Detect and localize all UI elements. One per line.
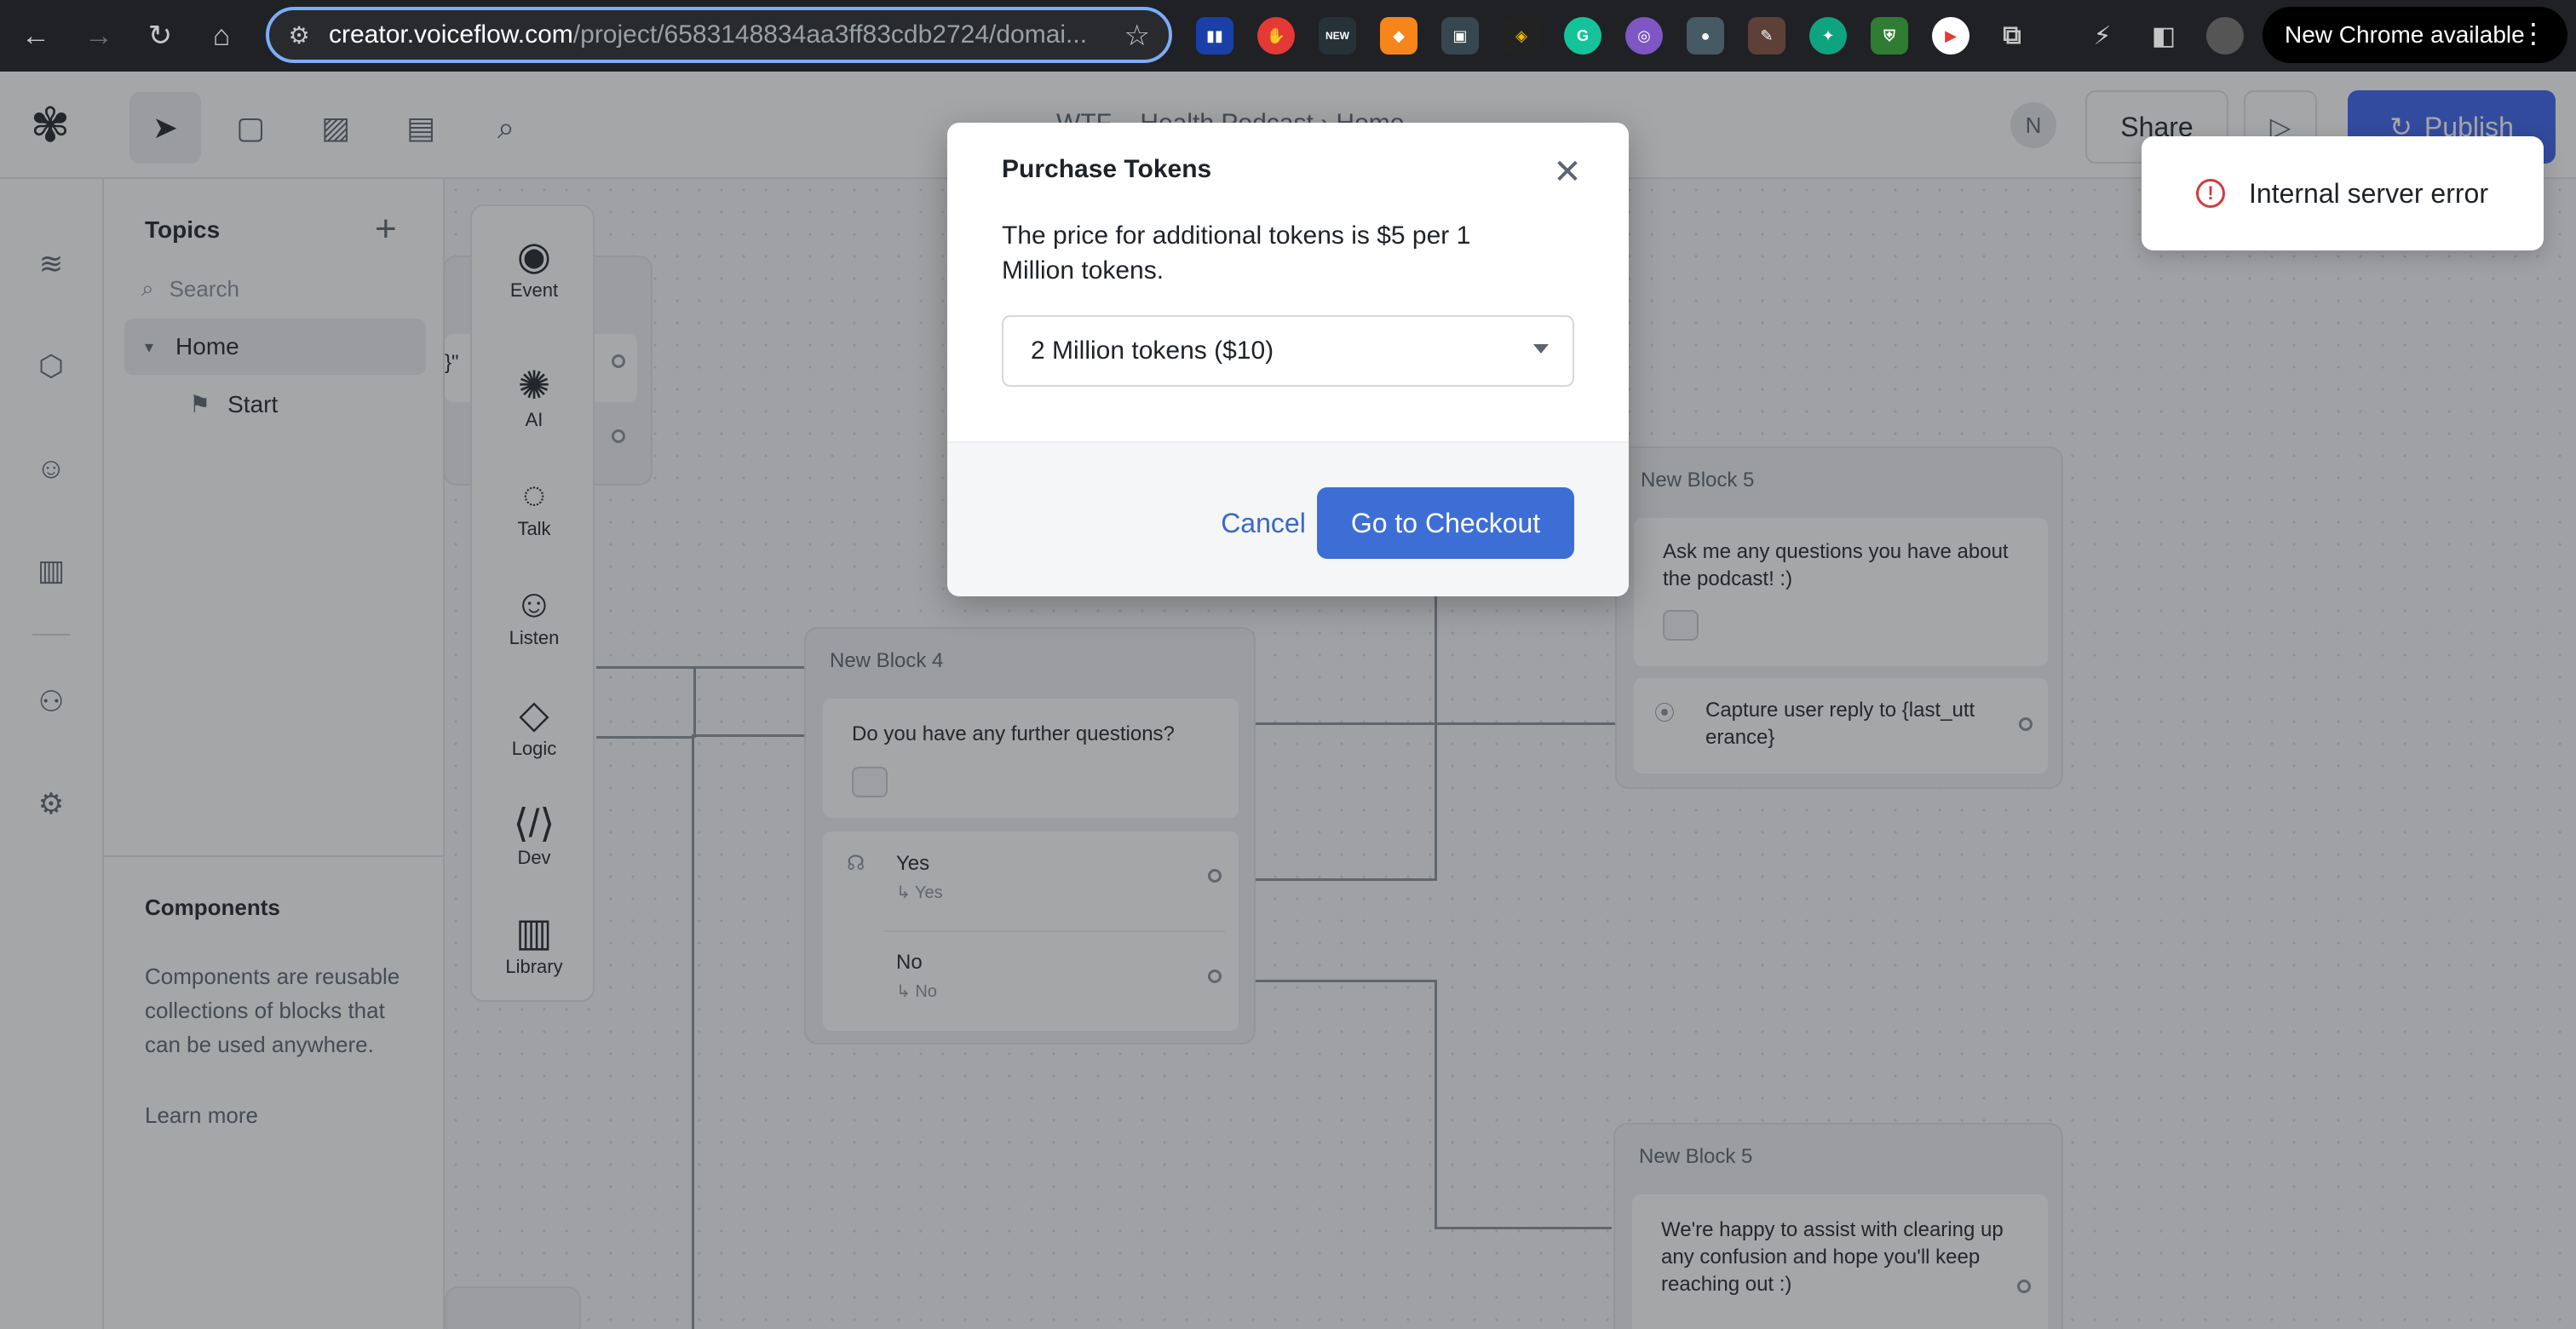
extension-chart-icon[interactable]: ▮▮ [1196, 17, 1233, 55]
extension-metamask-icon[interactable]: ◆ [1380, 17, 1417, 55]
extension-binance-icon[interactable]: ◈ [1503, 17, 1540, 55]
modal-description: The price for additional tokens is $5 pe… [1002, 222, 1471, 285]
forward-icon[interactable]: → [78, 15, 119, 56]
modal-footer: Cancel Go to Checkout [947, 441, 1629, 596]
modal-title: Purchase Tokens [1002, 155, 1212, 183]
site-settings-icon[interactable]: ⚙ [269, 21, 329, 49]
caret-down-icon [1533, 344, 1549, 354]
reload-icon[interactable]: ↻ [140, 15, 181, 56]
go-to-checkout-button[interactable]: Go to Checkout [1317, 487, 1574, 559]
address-bar[interactable]: ⚙ creator.voiceflow.com/project/65831488… [266, 7, 1172, 63]
extension-shield-icon[interactable]: ⛨ [1871, 17, 1908, 55]
error-icon: ! [2196, 179, 2225, 208]
extension-openai-icon[interactable]: ✦ [1809, 17, 1847, 55]
extension-camera-icon[interactable]: ● [1687, 17, 1724, 55]
update-chrome-button[interactable]: New Chrome available ⋮ [2263, 7, 2567, 63]
purchase-tokens-modal: Purchase Tokens ✕ The price for addition… [947, 123, 1629, 596]
extensions-puzzle-icon[interactable]: ⧉ [1993, 17, 2031, 55]
selected-option: 2 Million tokens ($10) [1031, 337, 1274, 365]
extension-new-icon[interactable]: NEW [1319, 17, 1356, 55]
extension-color-icon[interactable]: ◎ [1625, 17, 1663, 55]
extension-window-icon[interactable]: ▣ [1441, 17, 1479, 55]
error-toast: ! Internal server error [2142, 136, 2544, 250]
back-icon[interactable]: ← [15, 15, 56, 56]
browser-toolbar: ← → ↻ ⌂ ⚙ creator.voiceflow.com/project/… [0, 0, 2576, 72]
menu-dots-icon[interactable]: ⋮ [2520, 17, 2547, 49]
extension-hand-icon[interactable]: ✋ [1257, 17, 1295, 55]
url-text: creator.voiceflow.com/project/6583148834… [329, 20, 1088, 49]
performance-icon[interactable]: ⚡ [2084, 17, 2121, 55]
close-icon[interactable]: ✕ [1544, 148, 1591, 196]
token-amount-select[interactable]: 2 Million tokens ($10) [1002, 315, 1574, 387]
home-icon[interactable]: ⌂ [201, 15, 242, 56]
extension-picker-icon[interactable]: ✎ [1748, 17, 1785, 55]
side-panel-icon[interactable]: ◧ [2145, 17, 2182, 55]
bookmark-star-icon[interactable]: ☆ [1124, 19, 1150, 53]
extension-grammarly-icon[interactable]: G [1564, 17, 1601, 55]
toast-message: Internal server error [2249, 177, 2488, 209]
extension-play-icon[interactable]: ▶ [1932, 17, 1969, 55]
profile-avatar[interactable] [2206, 17, 2244, 55]
